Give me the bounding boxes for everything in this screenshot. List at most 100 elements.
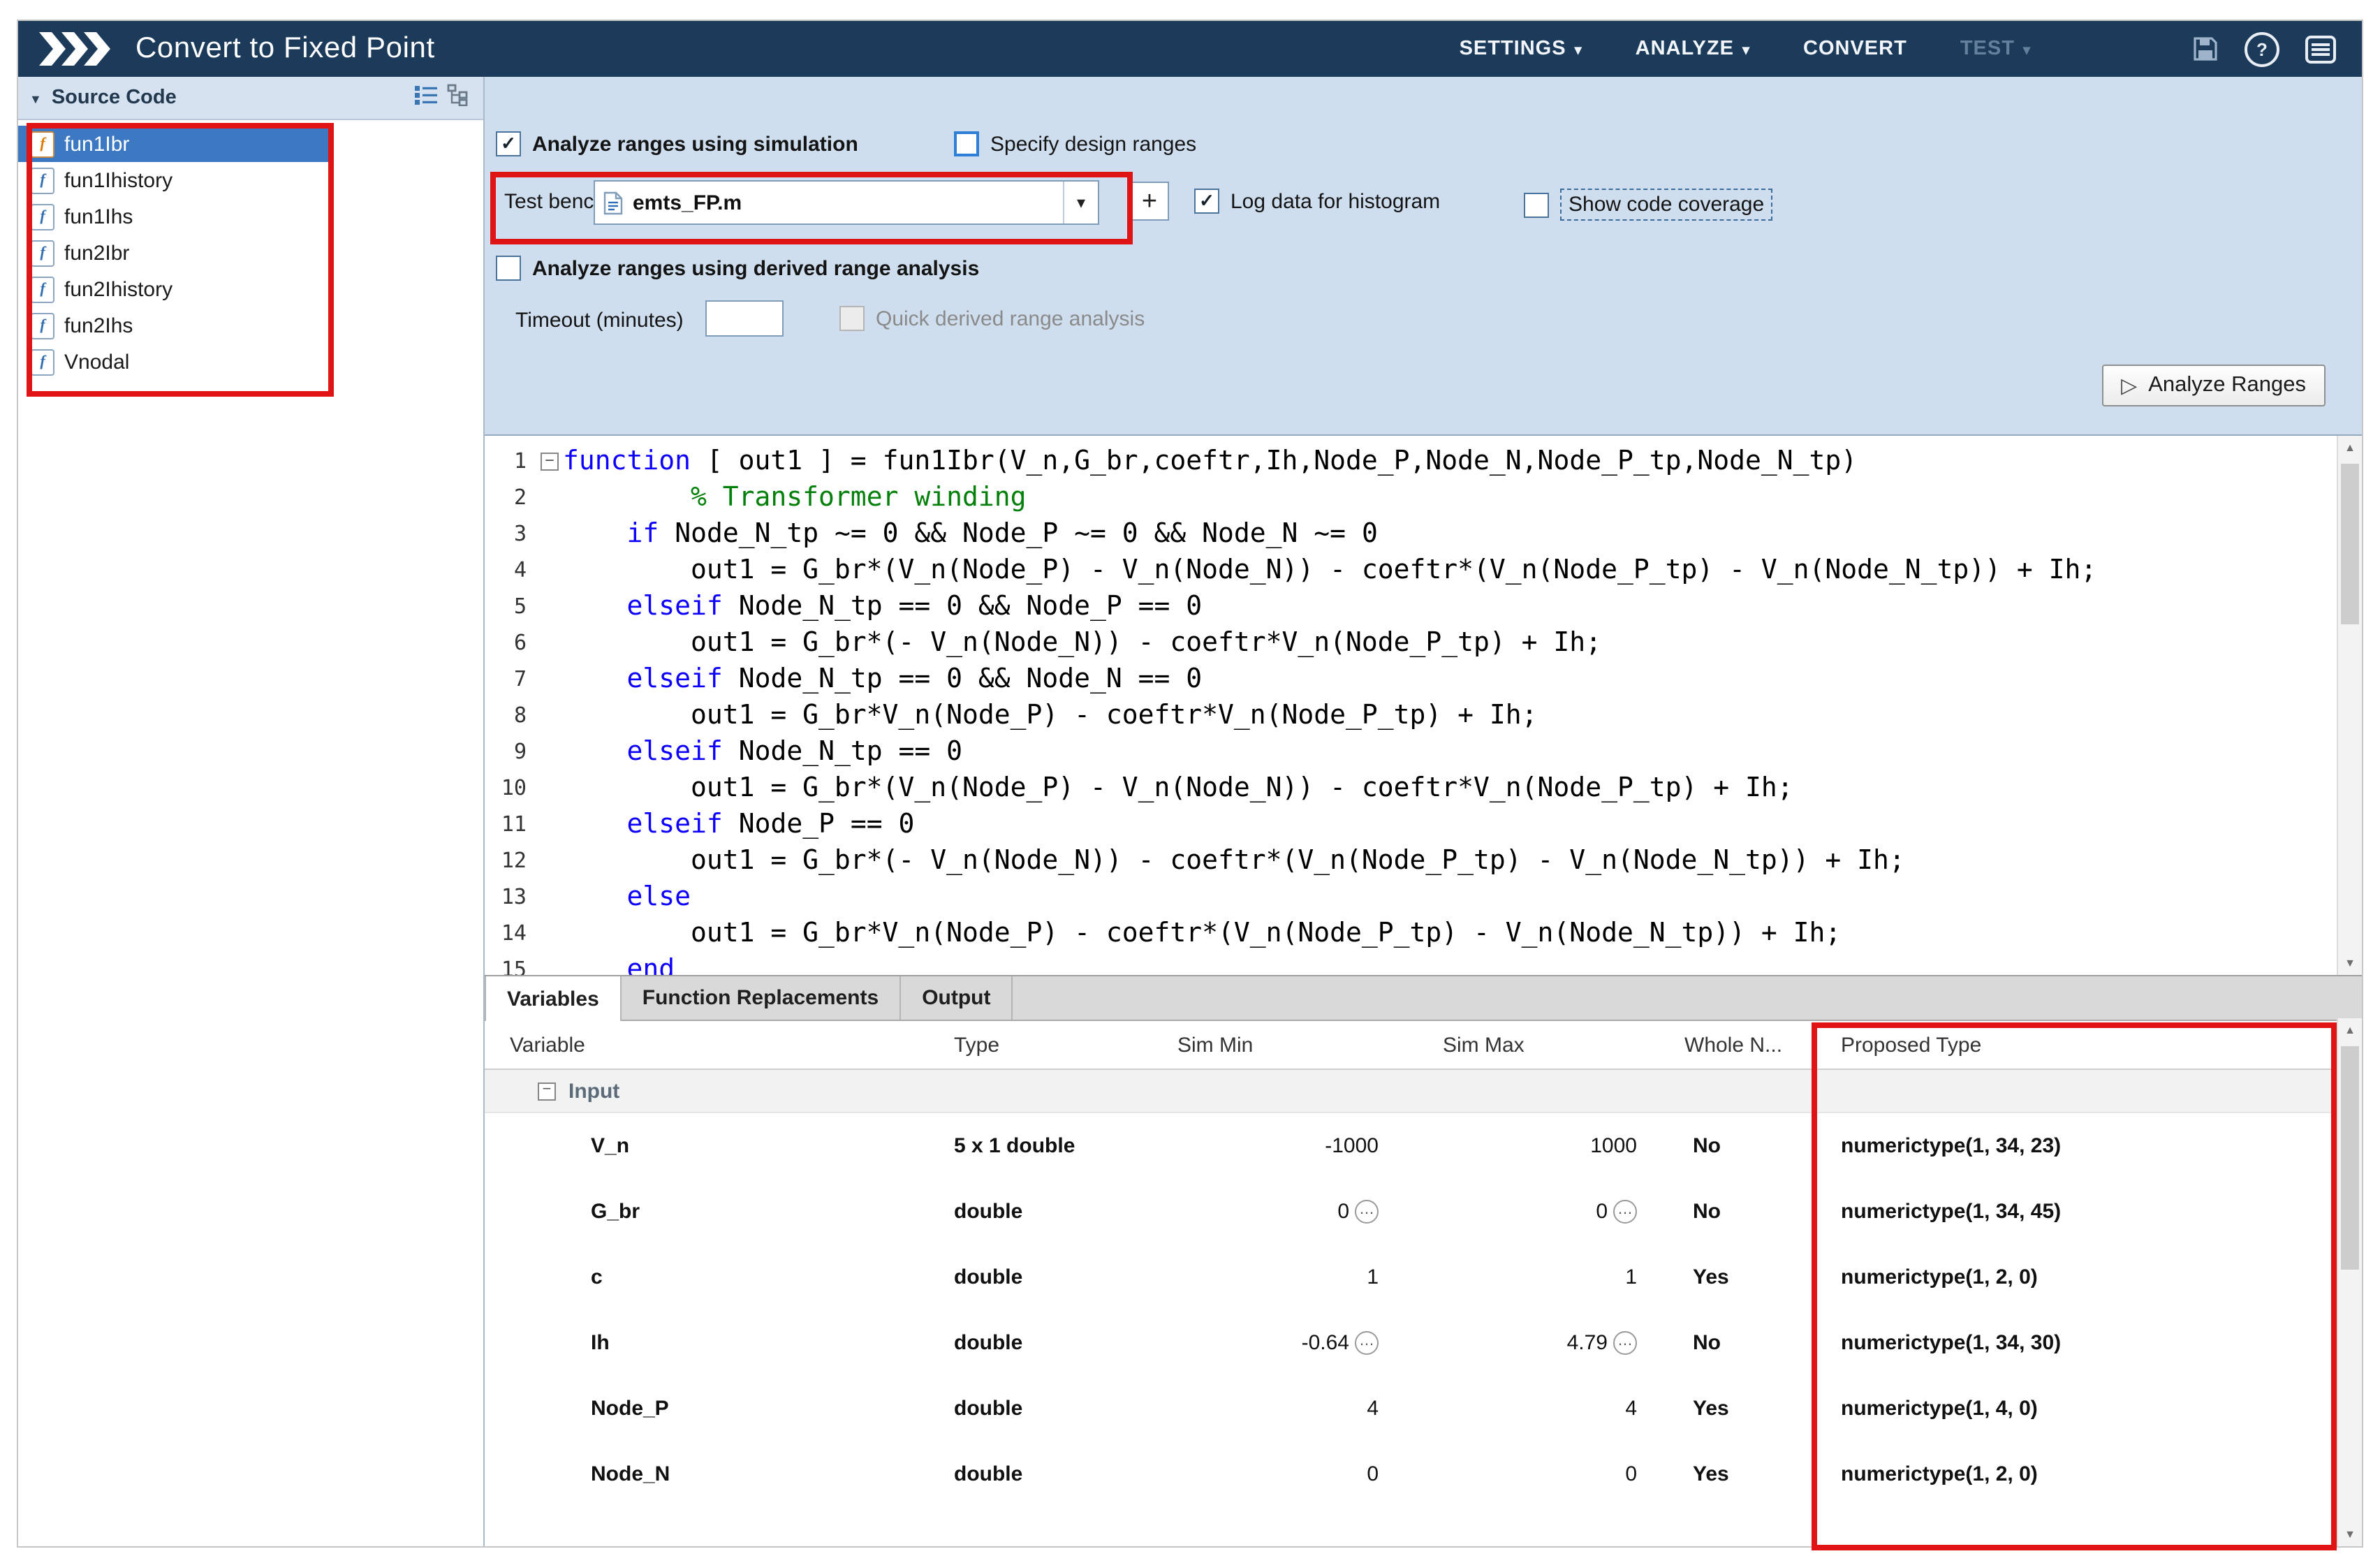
log-histogram-checkbox[interactable] <box>1194 189 1219 214</box>
code-line: 6 out1 = G_br*(- V_n(Node_N)) - coeftr*V… <box>485 624 2362 661</box>
design-ranges-checkbox[interactable] <box>954 131 979 156</box>
source-file-item[interactable]: fun2Ihistory <box>18 271 330 307</box>
toolbar-menu-label: CONVERT <box>1803 38 1907 60</box>
simulation-checkbox[interactable] <box>496 131 521 156</box>
ellipsis-badge-icon[interactable] <box>1613 1200 1637 1224</box>
source-file-item[interactable]: Vnodal <box>18 344 330 380</box>
table-scrollbar[interactable] <box>2337 1018 2362 1546</box>
cell-sim-max: 4 <box>1415 1397 1673 1421</box>
cell-sim-max: 1 <box>1415 1265 1673 1289</box>
editor-scrollbar-thumb[interactable] <box>2341 464 2359 624</box>
cell-variable: Node_P <box>485 1397 926 1421</box>
timeout-input[interactable] <box>705 300 784 337</box>
main-panel: Analyze ranges using simulation Specify … <box>485 77 2362 1546</box>
test-bench-combo[interactable]: emts_FP.m <box>594 180 1099 225</box>
toolbar-menus: SETTINGS ANALYZE CONVERT TEST <box>1460 38 2031 60</box>
analyze-settings-panel: Analyze ranges using simulation Specify … <box>485 77 2362 434</box>
ellipsis-badge-icon[interactable] <box>1613 1331 1637 1355</box>
cell-whole-number: Yes <box>1673 1397 1820 1421</box>
variable-row[interactable]: c double 1 1 Yes numerictype(1, 2, 0) <box>485 1245 2338 1310</box>
line-number: 11 <box>485 812 536 837</box>
table-scrollbar-thumb[interactable] <box>2341 1046 2359 1270</box>
derived-range-checkbox[interactable] <box>496 256 521 281</box>
code-line: 15 end <box>485 951 2362 975</box>
group-collapse-icon[interactable] <box>538 1082 556 1100</box>
code-line: 9 elseif Node_N_tp == 0 <box>485 733 2362 770</box>
line-number: 5 <box>485 594 536 619</box>
cell-whole-number: Yes <box>1673 1462 1820 1486</box>
variables-panel: Variables Function Replacements Output V… <box>485 975 2362 1546</box>
code-coverage-checkbox[interactable] <box>1524 192 1549 217</box>
source-file-name: fun2Ihs <box>64 314 133 337</box>
cell-variable: G_br <box>485 1200 926 1224</box>
toolbar-menu-item[interactable]: SETTINGS <box>1460 38 1582 60</box>
source-file-item[interactable]: fun1Ihs <box>18 198 330 235</box>
code-line: 11 elseif Node_P == 0 <box>485 806 2362 842</box>
code-text: end <box>563 954 675 975</box>
line-number: 6 <box>485 630 536 655</box>
chevron-down-icon <box>2023 38 2031 60</box>
cell-type: double <box>926 1331 1149 1355</box>
cell-type: double <box>926 1265 1149 1289</box>
test-bench-value: emts_FP.m <box>633 191 742 214</box>
variable-row[interactable]: G_br double 0 0 No numerictype(1, 34, 45… <box>485 1179 2338 1245</box>
cell-type: 5 x 1 double <box>926 1134 1149 1158</box>
code-text: % Transformer winding <box>563 482 1026 513</box>
ellipsis-badge-icon[interactable] <box>1355 1200 1379 1224</box>
code-text: elseif Node_N_tp == 0 && Node_P == 0 <box>563 591 1202 622</box>
tab-variables[interactable]: Variables <box>485 976 622 1021</box>
layout-icon[interactable] <box>2305 34 2337 64</box>
code-editor[interactable]: 1 function [ out1 ] = fun1Ibr(V_n,G_br,c… <box>485 434 2362 975</box>
cell-sim-min: 4 <box>1149 1397 1415 1421</box>
code-lines: 1 function [ out1 ] = fun1Ibr(V_n,G_br,c… <box>485 436 2362 975</box>
line-number: 9 <box>485 739 536 764</box>
cell-type: double <box>926 1397 1149 1421</box>
analyze-ranges-label: Analyze Ranges <box>2148 373 2306 398</box>
cell-variable: Ih <box>485 1331 926 1355</box>
scroll-down-icon[interactable] <box>2338 1522 2362 1546</box>
screenshot-stage: Convert to Fixed Point SETTINGS ANALYZE … <box>0 0 2380 1556</box>
source-file-item[interactable]: fun2Ihs <box>18 307 330 344</box>
app-title: Convert to Fixed Point <box>135 32 435 66</box>
source-file-item[interactable]: fun1Ihistory <box>18 162 330 198</box>
editor-scrollbar[interactable] <box>2337 436 2362 975</box>
cell-proposed-type: numerictype(1, 4, 0) <box>1820 1397 2338 1421</box>
toolbar-menu-item[interactable]: TEST <box>1960 38 2031 60</box>
test-bench-label: Test bench <box>504 190 605 214</box>
function-file-icon <box>31 131 54 157</box>
cell-sim-max: 0 <box>1415 1462 1673 1486</box>
scroll-up-icon[interactable] <box>2338 436 2362 460</box>
analyze-ranges-button[interactable]: Analyze Ranges <box>2101 365 2326 406</box>
source-code-title: Source Code <box>52 87 177 109</box>
tab-output[interactable]: Output <box>901 976 1013 1020</box>
source-file-item[interactable]: fun2Ibr <box>18 235 330 271</box>
code-fold-icon[interactable] <box>541 452 559 470</box>
input-group-row[interactable]: Input <box>485 1070 2338 1113</box>
variable-row[interactable]: V_n 5 x 1 double -1000 1000 No numericty… <box>485 1113 2338 1179</box>
function-file-icon <box>31 348 54 375</box>
help-icon[interactable] <box>2245 31 2279 66</box>
add-test-bench-button[interactable]: + <box>1130 182 1169 221</box>
source-file-name: fun1Ihs <box>64 205 133 228</box>
source-file-item[interactable]: fun1Ibr <box>18 126 330 162</box>
combo-dropdown-icon[interactable] <box>1063 182 1098 223</box>
variable-row[interactable]: Ih double -0.64 4.79 No numerictype(1, 3… <box>485 1310 2338 1376</box>
toolbar-menu-item[interactable]: CONVERT <box>1803 38 1907 60</box>
toolbar-menu-item[interactable]: ANALYZE <box>1636 38 1750 60</box>
tab-function-replacements[interactable]: Function Replacements <box>622 976 901 1020</box>
function-file-icon <box>31 312 54 339</box>
save-icon[interactable] <box>2191 35 2219 63</box>
variable-row[interactable]: Node_P double 4 4 Yes numerictype(1, 4, … <box>485 1376 2338 1441</box>
ellipsis-badge-icon[interactable] <box>1355 1331 1379 1355</box>
list-view-icon[interactable] <box>413 83 439 112</box>
code-text: out1 = G_br*V_n(Node_P) - coeftr*V_n(Nod… <box>563 700 1538 731</box>
scroll-down-icon[interactable] <box>2338 951 2362 975</box>
function-file-icon <box>31 167 54 193</box>
code-text: out1 = G_br*(- V_n(Node_N)) - coeftr*V_n… <box>563 627 1601 658</box>
line-number: 8 <box>485 703 536 728</box>
scroll-up-icon[interactable] <box>2338 1018 2362 1042</box>
code-text: function [ out1 ] = fun1Ibr(V_n,G_br,coe… <box>563 446 1857 476</box>
collapse-triangle-icon[interactable] <box>29 85 42 110</box>
variable-row[interactable]: Node_N double 0 0 Yes numerictype(1, 2, … <box>485 1441 2338 1507</box>
hierarchy-view-icon[interactable] <box>447 83 472 112</box>
